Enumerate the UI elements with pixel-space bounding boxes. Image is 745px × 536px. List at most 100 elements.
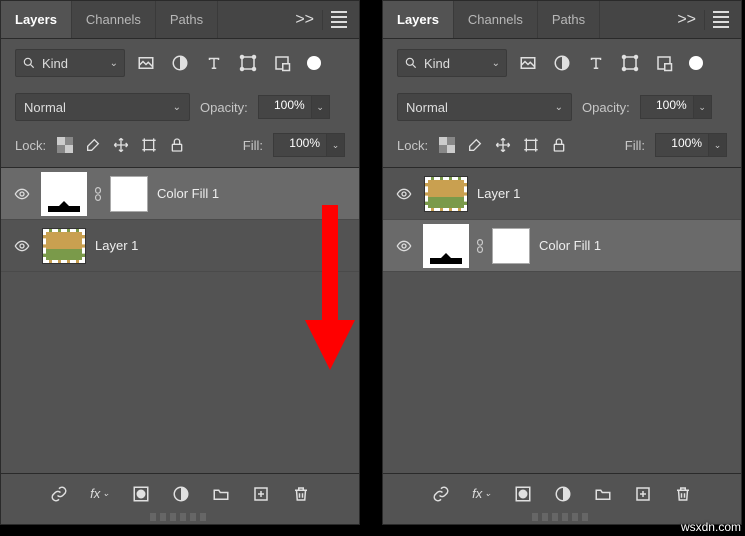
image-filter-icon[interactable] (137, 54, 155, 72)
shape-filter-icon[interactable] (621, 54, 639, 72)
lock-transparency-icon[interactable] (56, 136, 74, 154)
add-mask-icon[interactable] (514, 485, 532, 503)
blend-mode-select[interactable]: Normal ⌄ (397, 93, 572, 121)
visibility-toggle-icon[interactable] (393, 238, 415, 254)
type-filter-icon[interactable] (205, 54, 223, 72)
fx-icon[interactable]: fx⌄ (472, 486, 492, 501)
chevron-down-icon: ⌄ (173, 102, 181, 113)
link-layers-icon[interactable] (50, 485, 68, 503)
new-layer-icon[interactable] (634, 485, 652, 503)
fx-icon[interactable]: fx⌄ (90, 486, 110, 501)
filter-row: Kind ⌄ (383, 39, 741, 87)
adjustment-filter-icon[interactable] (553, 54, 571, 72)
lock-transparency-icon[interactable] (438, 136, 456, 154)
type-filter-icon[interactable] (587, 54, 605, 72)
resize-grip[interactable] (150, 513, 210, 521)
lock-move-icon[interactable] (494, 136, 512, 154)
resize-grip[interactable] (532, 513, 592, 521)
delete-layer-icon[interactable] (674, 485, 692, 503)
lock-all-icon[interactable] (550, 136, 568, 154)
layers-panel-right: Layers Channels Paths >> Kind ⌄ Normal ⌄ (382, 0, 742, 525)
tab-channels[interactable]: Channels (72, 1, 156, 38)
image-filter-icon[interactable] (519, 54, 537, 72)
visibility-toggle-icon[interactable] (11, 238, 33, 254)
filter-toggle-icon[interactable] (689, 56, 703, 70)
divider (322, 10, 323, 30)
kind-filter-select[interactable]: Kind ⌄ (397, 49, 507, 77)
layer-row[interactable]: Color Fill 1 (383, 220, 741, 272)
lock-move-icon[interactable] (112, 136, 130, 154)
shape-filter-icon[interactable] (239, 54, 257, 72)
new-group-icon[interactable] (594, 485, 612, 503)
kind-label: Kind (42, 56, 68, 71)
opacity-input[interactable]: 100% (640, 95, 694, 119)
layer-name[interactable]: Layer 1 (477, 186, 520, 201)
annotation-arrow-icon (300, 205, 360, 380)
fill-label: Fill: (243, 138, 263, 153)
add-mask-icon[interactable] (132, 485, 150, 503)
mask-link-icon[interactable] (473, 238, 487, 254)
tab-layers[interactable]: Layers (1, 1, 72, 38)
layer-thumbnail-image[interactable] (425, 177, 467, 211)
chevron-down-icon: ⌄ (555, 102, 563, 113)
layer-row[interactable]: Layer 1 (383, 168, 741, 220)
tab-paths[interactable]: Paths (156, 1, 218, 38)
layer-name[interactable]: Color Fill 1 (539, 238, 601, 253)
lock-row: Lock: Fill: 100% ⌄ (1, 127, 359, 168)
opacity-label: Opacity: (200, 100, 248, 115)
search-icon (404, 56, 418, 70)
opacity-input[interactable]: 100% (258, 95, 312, 119)
lock-artboard-icon[interactable] (522, 136, 540, 154)
delete-layer-icon[interactable] (292, 485, 310, 503)
collapse-button[interactable]: >> (677, 11, 696, 29)
layer-actions-bar: fx⌄ (383, 473, 741, 513)
panel-tabs: Layers Channels Paths >> (1, 1, 359, 39)
opacity-label: Opacity: (582, 100, 630, 115)
new-layer-icon[interactable] (252, 485, 270, 503)
panel-menu-icon[interactable] (331, 11, 347, 28)
watermark-text: wsxdn.com (681, 520, 741, 534)
adjustment-filter-icon[interactable] (171, 54, 189, 72)
blend-mode-select[interactable]: Normal ⌄ (15, 93, 190, 121)
lock-all-icon[interactable] (168, 136, 186, 154)
filter-toggle-icon[interactable] (307, 56, 321, 70)
link-layers-icon[interactable] (432, 485, 450, 503)
tab-layers[interactable]: Layers (383, 1, 454, 38)
layer-thumbnail-adjustment[interactable] (43, 174, 85, 214)
lock-artboard-icon[interactable] (140, 136, 158, 154)
new-adjustment-icon[interactable] (554, 485, 572, 503)
fill-input[interactable]: 100% (273, 133, 327, 157)
layer-name[interactable]: Layer 1 (95, 238, 138, 253)
fill-input[interactable]: 100% (655, 133, 709, 157)
lock-row: Lock: Fill: 100% ⌄ (383, 127, 741, 168)
visibility-toggle-icon[interactable] (11, 186, 33, 202)
mask-link-icon[interactable] (91, 186, 105, 202)
lock-brush-icon[interactable] (466, 136, 484, 154)
smartobject-filter-icon[interactable] (273, 54, 291, 72)
kind-filter-select[interactable]: Kind ⌄ (15, 49, 125, 77)
fill-chevron-icon[interactable]: ⌄ (327, 133, 345, 157)
new-group-icon[interactable] (212, 485, 230, 503)
blend-row: Normal ⌄ Opacity: 100% ⌄ (1, 87, 359, 127)
tab-paths[interactable]: Paths (538, 1, 600, 38)
visibility-toggle-icon[interactable] (393, 186, 415, 202)
lock-brush-icon[interactable] (84, 136, 102, 154)
opacity-chevron-icon[interactable]: ⌄ (694, 95, 712, 119)
search-icon (22, 56, 36, 70)
lock-label: Lock: (397, 138, 428, 153)
fill-chevron-icon[interactable]: ⌄ (709, 133, 727, 157)
new-adjustment-icon[interactable] (172, 485, 190, 503)
panel-menu-icon[interactable] (713, 11, 729, 28)
layer-thumbnail-image[interactable] (43, 229, 85, 263)
smartobject-filter-icon[interactable] (655, 54, 673, 72)
filter-row: Kind ⌄ (1, 39, 359, 87)
chevron-down-icon: ⌄ (492, 58, 500, 69)
layer-thumbnail-adjustment[interactable] (425, 226, 467, 266)
opacity-chevron-icon[interactable]: ⌄ (312, 95, 330, 119)
layer-mask-thumbnail[interactable] (111, 177, 147, 211)
layer-actions-bar: fx⌄ (1, 473, 359, 513)
tab-channels[interactable]: Channels (454, 1, 538, 38)
layer-mask-thumbnail[interactable] (493, 229, 529, 263)
layer-name[interactable]: Color Fill 1 (157, 186, 219, 201)
collapse-button[interactable]: >> (295, 11, 314, 29)
